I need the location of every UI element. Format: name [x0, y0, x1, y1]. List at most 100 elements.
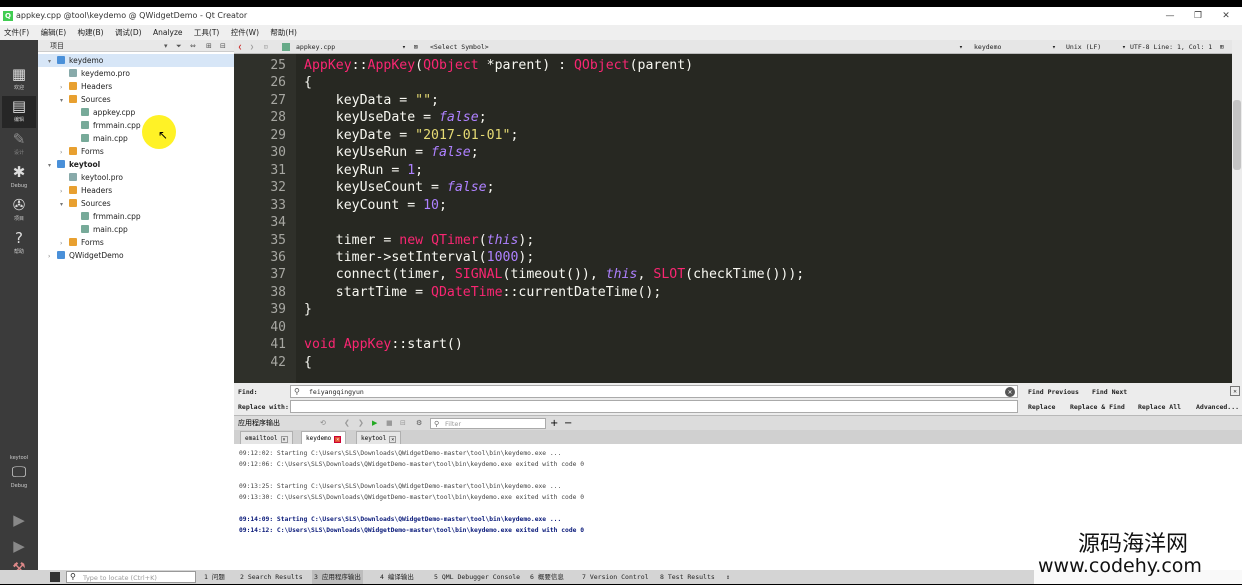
expand-arrow-icon[interactable]: › [48, 250, 57, 263]
pane-qml-console[interactable]: 5 QML Debugger Console [434, 570, 520, 584]
eol-combo[interactable]: Unix (LF) [1066, 40, 1101, 54]
eol-dropdown-icon[interactable]: ▾ [1052, 40, 1056, 54]
zoom-in-icon[interactable]: + [550, 416, 558, 431]
back-icon[interactable]: ❮ [238, 40, 242, 54]
tree-item[interactable]: ▾ keytool [38, 158, 234, 171]
menu-widget[interactable]: 控件(W) [231, 28, 259, 37]
close-find-icon[interactable]: ✕ [1230, 386, 1240, 396]
mode-debug[interactable]: ✱ Debug [2, 162, 36, 194]
more-panes-icon[interactable]: ⇕ [726, 570, 730, 584]
pane-search-results[interactable]: 2 Search Results [240, 570, 303, 584]
code-text-area[interactable]: AppKey::AppKey(QObject *parent) : QObjec… [296, 54, 1232, 383]
project-view-selector[interactable]: 项目 [50, 40, 64, 52]
filter-input[interactable]: ⚲ Filter [430, 418, 546, 429]
pane-version-control[interactable]: 7 Version Control [582, 570, 649, 584]
kit-combo[interactable]: keydemo [974, 40, 1001, 54]
split-editor-icon[interactable]: ⊞ [1220, 40, 1224, 54]
encoding-dropdown-icon[interactable]: ▾ [1122, 40, 1126, 54]
menu-help[interactable]: 帮助(H) [270, 28, 297, 37]
tree-item[interactable]: › Headers [38, 80, 234, 93]
open-file-combo[interactable]: appkey.cpp [296, 40, 335, 54]
tree-item[interactable]: ▾ Sources [38, 93, 234, 106]
menu-debug[interactable]: 调试(D) [115, 28, 142, 37]
replace-input[interactable] [290, 400, 1018, 413]
close-tab-icon[interactable]: × [389, 436, 397, 443]
debug-attach-icon[interactable]: ⊟ [400, 416, 406, 431]
toggle-sidebar-icon[interactable] [50, 572, 60, 582]
line-number: 36 [270, 249, 286, 265]
file-dropdown-icon[interactable]: ▾ [402, 40, 406, 54]
close-tab-icon[interactable]: × [280, 436, 288, 443]
tree-item[interactable]: appkey.cpp [38, 106, 234, 119]
tree-item[interactable]: › Forms [38, 145, 234, 158]
tree-item[interactable]: main.cpp [38, 223, 234, 236]
kit-dropdown-icon[interactable]: ▾ [959, 40, 963, 54]
clear-icon[interactable]: ✕ [1005, 387, 1015, 397]
symbol-combo[interactable]: <Select Symbol> [430, 40, 489, 54]
file-icon [57, 160, 65, 168]
replace-button[interactable]: Replace [1028, 403, 1055, 411]
file-icon [69, 82, 77, 90]
scrollbar-thumb[interactable] [1233, 100, 1241, 170]
menu-analyze[interactable]: Analyze [153, 28, 183, 37]
help-icon: ? [15, 229, 23, 247]
forward-nav-icon[interactable]: ❯ [358, 416, 364, 431]
back-nav-icon[interactable]: ❮ [344, 416, 350, 431]
tree-item[interactable]: keytool.pro [38, 171, 234, 184]
tab-emailtool[interactable]: emailtool × [240, 431, 293, 444]
tree-item-label: Forms [81, 238, 104, 247]
mode-projects[interactable]: ✇ 项目 [2, 195, 36, 227]
pane-issues[interactable]: 1 问题 [204, 570, 225, 584]
find-previous-button[interactable]: Find Previous [1028, 388, 1079, 396]
tree-item[interactable]: › Forms [38, 236, 234, 249]
close-tab-icon[interactable]: × [334, 436, 342, 443]
dropdown-icon[interactable]: ▾ [164, 40, 168, 52]
mode-welcome[interactable]: ▦ 欢迎 [2, 64, 36, 96]
link-icon[interactable]: ⇔ [190, 40, 196, 52]
tree-item[interactable]: ▾ keydemo [38, 54, 234, 67]
kit-selector[interactable]: keytool 🖵 Debug [2, 452, 36, 500]
forward-icon[interactable]: ❯ [250, 40, 254, 54]
code-line: keyUseDate = false; [304, 110, 487, 126]
menu-edit[interactable]: 编辑(E) [41, 28, 67, 37]
advanced-button[interactable]: Advanced... [1196, 403, 1239, 411]
tree-item[interactable]: main.cpp [38, 132, 234, 145]
find-input[interactable]: ⚲ feiyangqingyun ✕ [290, 385, 1018, 398]
zoom-out-icon[interactable]: − [564, 416, 572, 431]
menu-tools[interactable]: 工具(T) [194, 28, 219, 37]
split-icon[interactable]: ⊞ [206, 40, 212, 52]
close-button[interactable]: ✕ [1216, 7, 1236, 25]
stop-icon[interactable]: ■ [386, 416, 393, 431]
filter-icon[interactable]: ⏷ [176, 40, 182, 52]
attach-icon[interactable]: ⟲ [320, 416, 326, 431]
tree-item[interactable]: ▾ Sources [38, 197, 234, 210]
tree-item[interactable]: › Headers [38, 184, 234, 197]
menu-file[interactable]: 文件(F) [4, 28, 29, 37]
mode-help[interactable]: ? 帮助 [2, 228, 36, 260]
maximize-button[interactable]: ❐ [1188, 7, 1208, 25]
replace-find-button[interactable]: Replace & Find [1070, 403, 1125, 411]
settings-icon[interactable]: ⚙ [416, 416, 422, 431]
minimize-button[interactable]: — [1160, 7, 1180, 25]
mode-edit[interactable]: ▤ 编辑 [2, 96, 36, 128]
close-file-icon[interactable]: ⊠ [414, 40, 418, 54]
tree-item[interactable]: frmmain.cpp [38, 210, 234, 223]
editor-scrollbar[interactable] [1232, 40, 1242, 383]
replace-all-button[interactable]: Replace All [1138, 403, 1181, 411]
find-next-button[interactable]: Find Next [1092, 388, 1127, 396]
menu-build[interactable]: 构建(B) [78, 28, 104, 37]
tree-item[interactable]: frmmain.cpp [38, 119, 234, 132]
pane-compile-output[interactable]: 4 编译输出 [380, 570, 414, 584]
tab-keytool[interactable]: keytool × [356, 431, 402, 444]
pane-general-messages[interactable]: 6 概要信息 [530, 570, 564, 584]
tree-item[interactable]: keydemo.pro [38, 67, 234, 80]
pane-test-results[interactable]: 8 Test Results [660, 570, 715, 584]
close-pane-icon[interactable]: ⊟ [220, 40, 226, 52]
tree-item[interactable]: › QWidgetDemo [38, 249, 234, 262]
pane-application-output[interactable]: 3 应用程序输出 [312, 570, 363, 584]
mode-design[interactable]: ✎ 设计 [2, 129, 36, 161]
rerun-icon[interactable]: ▶ [372, 416, 377, 431]
tab-keydemo[interactable]: keydemo × [301, 431, 347, 444]
line-number: 31 [270, 162, 286, 178]
locator-input[interactable]: ⚲ Type to locate (Ctrl+K) [66, 571, 196, 583]
